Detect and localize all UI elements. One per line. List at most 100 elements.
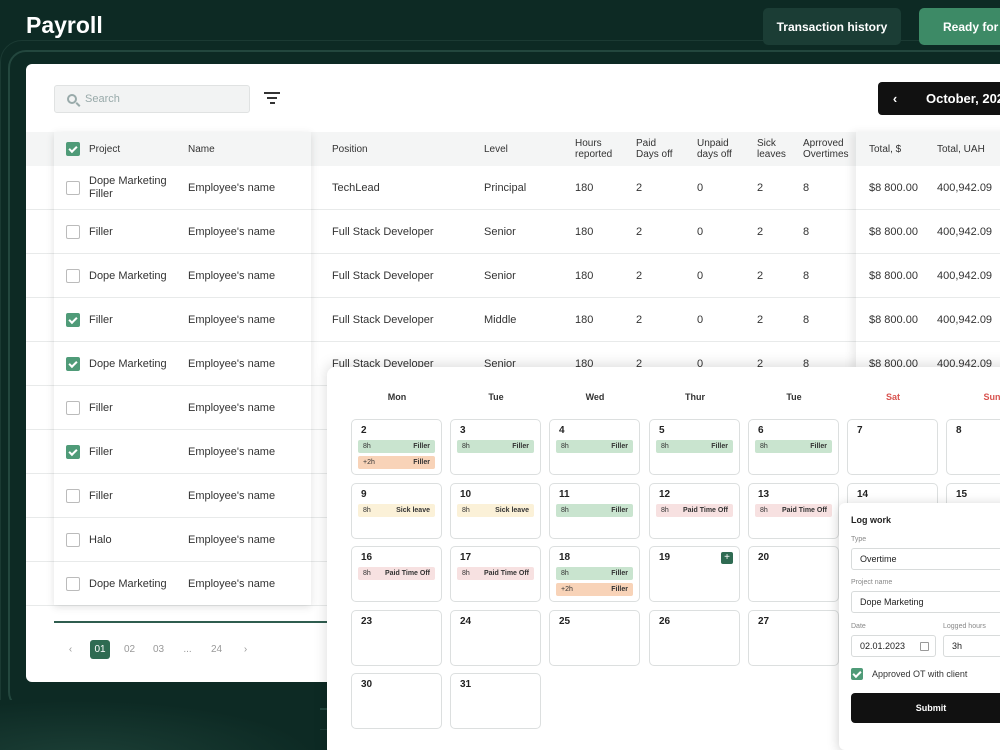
horizontal-scrollbar[interactable]: [54, 621, 344, 623]
page-5[interactable]: 24: [202, 644, 231, 655]
col-paid[interactable]: Paid Days off: [636, 132, 673, 166]
cell-name: Employee's name: [188, 401, 276, 414]
calendar-day[interactable]: 25: [549, 609, 640, 666]
row-checkbox[interactable]: [66, 489, 80, 503]
calendar-day[interactable]: 6 8h Filler: [748, 419, 839, 475]
col-total-uah[interactable]: Total, UAH: [937, 132, 985, 166]
table-row[interactable]: Filler Employee's name Full Stack Develope…: [26, 298, 1000, 342]
entry-hours: 8h: [462, 570, 470, 577]
row-checkbox[interactable]: [66, 357, 80, 371]
type-select[interactable]: Overtime: [851, 548, 1000, 570]
row-checkbox[interactable]: [66, 269, 80, 283]
col-position[interactable]: Position: [332, 132, 368, 166]
calendar-day[interactable]: 11 8h Filler: [549, 482, 640, 539]
row-checkbox[interactable]: [66, 445, 80, 459]
ready-for-invoice-button[interactable]: Ready for i: [919, 8, 1000, 45]
work-entry-tag[interactable]: 8h Filler: [755, 440, 832, 453]
calendar-day[interactable]: 10 8h Sick leave: [450, 482, 541, 539]
row-checkbox[interactable]: [66, 401, 80, 415]
date-input[interactable]: 02.01.2023: [851, 635, 936, 657]
row-checkbox[interactable]: [66, 533, 80, 547]
calendar-day[interactable]: 2 8h Filler +2h Filler: [351, 419, 442, 475]
entry-hours: 8h: [462, 443, 470, 450]
col-unpaid[interactable]: Unpaid days off: [697, 132, 732, 166]
page-1[interactable]: 01: [90, 640, 110, 659]
work-entry-tag[interactable]: 8h Paid Time Off: [457, 567, 534, 580]
day-number: 13: [758, 488, 770, 500]
calendar-day[interactable]: 4 8h Filler: [549, 419, 640, 475]
filter-icon[interactable]: [264, 92, 280, 104]
calendar-day[interactable]: 27: [748, 609, 839, 666]
work-entry-tag[interactable]: 8h Filler: [457, 440, 534, 453]
calendar-day[interactable]: 3 8h Filler: [450, 419, 541, 475]
calendar-day[interactable]: 9 8h Sick leave: [351, 482, 442, 539]
page-2[interactable]: 02: [115, 644, 144, 655]
row-checkbox[interactable]: [66, 225, 80, 239]
work-entry-tag[interactable]: 8h Filler: [556, 567, 633, 580]
work-entry-tag[interactable]: 8h Paid Time Off: [358, 567, 435, 580]
page-prev[interactable]: ‹: [56, 644, 85, 655]
calendar-day[interactable]: 7: [847, 419, 938, 475]
add-entry-icon[interactable]: +: [721, 552, 733, 564]
calendar-day[interactable]: 17 8h Paid Time Off: [450, 546, 541, 602]
col-name[interactable]: Name: [188, 132, 215, 166]
select-all-checkbox[interactable]: [66, 142, 80, 156]
col-sick[interactable]: Sick leaves: [757, 132, 786, 166]
logged-hours-input[interactable]: 3h: [943, 635, 1000, 657]
work-entry-tag[interactable]: +2h Filler: [358, 456, 435, 469]
calendar-day[interactable]: 31: [450, 673, 541, 729]
entry-type: Sick leave: [396, 506, 430, 514]
calendar-day[interactable]: 12 8h Paid Time Off: [649, 482, 740, 539]
transaction-history-button[interactable]: Transaction history: [763, 8, 901, 45]
calendar-day[interactable]: 5 8h Filler: [649, 419, 740, 475]
calendar-day[interactable]: 23: [351, 609, 442, 666]
work-entry-tag[interactable]: 8h Filler: [358, 440, 435, 453]
weekday-label: Tue: [786, 392, 802, 402]
chevron-left-icon[interactable]: ‹: [878, 91, 912, 106]
work-entry-tag[interactable]: 8h Filler: [656, 440, 733, 453]
work-entry-tag[interactable]: +2h Filler: [556, 583, 633, 596]
col-total-usd[interactable]: Total, $: [869, 132, 901, 166]
page-next[interactable]: ›: [231, 644, 260, 655]
work-entry-tag[interactable]: 8h Filler: [556, 503, 633, 517]
approved-ot-checkbox[interactable]: [851, 668, 863, 680]
table-row[interactable]: Dope Marketing Employee's name Full Stack …: [26, 254, 1000, 298]
calendar-day[interactable]: 24: [450, 609, 541, 666]
work-entry-tag[interactable]: 8h Paid Time Off: [656, 503, 733, 517]
work-entry-tag[interactable]: 8h Sick leave: [358, 503, 435, 517]
col-hours[interactable]: Hours reported: [575, 132, 612, 166]
calendar-icon[interactable]: [920, 642, 929, 651]
calendar-day[interactable]: 18 8h Filler +2h Filler: [549, 546, 640, 602]
calendar-day[interactable]: 30: [351, 673, 442, 729]
month-selector[interactable]: ‹ October, 202: [878, 82, 1000, 115]
cell-paid: 2: [636, 313, 643, 326]
cell-name: Employee's name: [188, 357, 276, 370]
submit-button[interactable]: Submit: [851, 693, 1000, 723]
table-row[interactable]: Dope Marketing Filler Employee's name Tech…: [26, 166, 1000, 210]
row-checkbox[interactable]: [66, 313, 80, 327]
project-name-select[interactable]: Dope Marketing: [851, 591, 1000, 613]
entry-hours: 8h: [561, 443, 569, 450]
calendar-day[interactable]: 20: [748, 546, 839, 602]
calendar-day[interactable]: 8: [946, 419, 1000, 475]
table-header: Project Name Position Level Hours reporte…: [26, 132, 1000, 166]
entry-type: Filler: [810, 443, 827, 450]
cell-name: Employee's name: [188, 577, 276, 590]
col-project[interactable]: Project: [89, 132, 120, 166]
calendar-day[interactable]: 19 +: [649, 546, 740, 602]
work-entry-tag[interactable]: 8h Sick leave: [457, 503, 534, 517]
table-row[interactable]: Filler Employee's name Full Stack Develope…: [26, 210, 1000, 254]
search-input[interactable]: Search: [54, 85, 250, 113]
row-checkbox[interactable]: [66, 577, 80, 591]
work-entry-tag[interactable]: 8h Paid Time Off: [755, 503, 832, 517]
work-entry-tag[interactable]: 8h Filler: [556, 440, 633, 453]
calendar-day[interactable]: 16 8h Paid Time Off: [351, 546, 442, 602]
calendar-day[interactable]: 26: [649, 609, 740, 666]
col-level[interactable]: Level: [484, 132, 508, 166]
cell-project: Filler: [89, 313, 113, 326]
page-3[interactable]: 03: [144, 644, 173, 655]
cell-project: Dope Marketing: [89, 269, 167, 282]
calendar-day[interactable]: 13 8h Paid Time Off: [748, 482, 839, 539]
col-overtimes[interactable]: Aprroved Overtimes: [803, 132, 849, 166]
row-checkbox[interactable]: [66, 181, 80, 195]
